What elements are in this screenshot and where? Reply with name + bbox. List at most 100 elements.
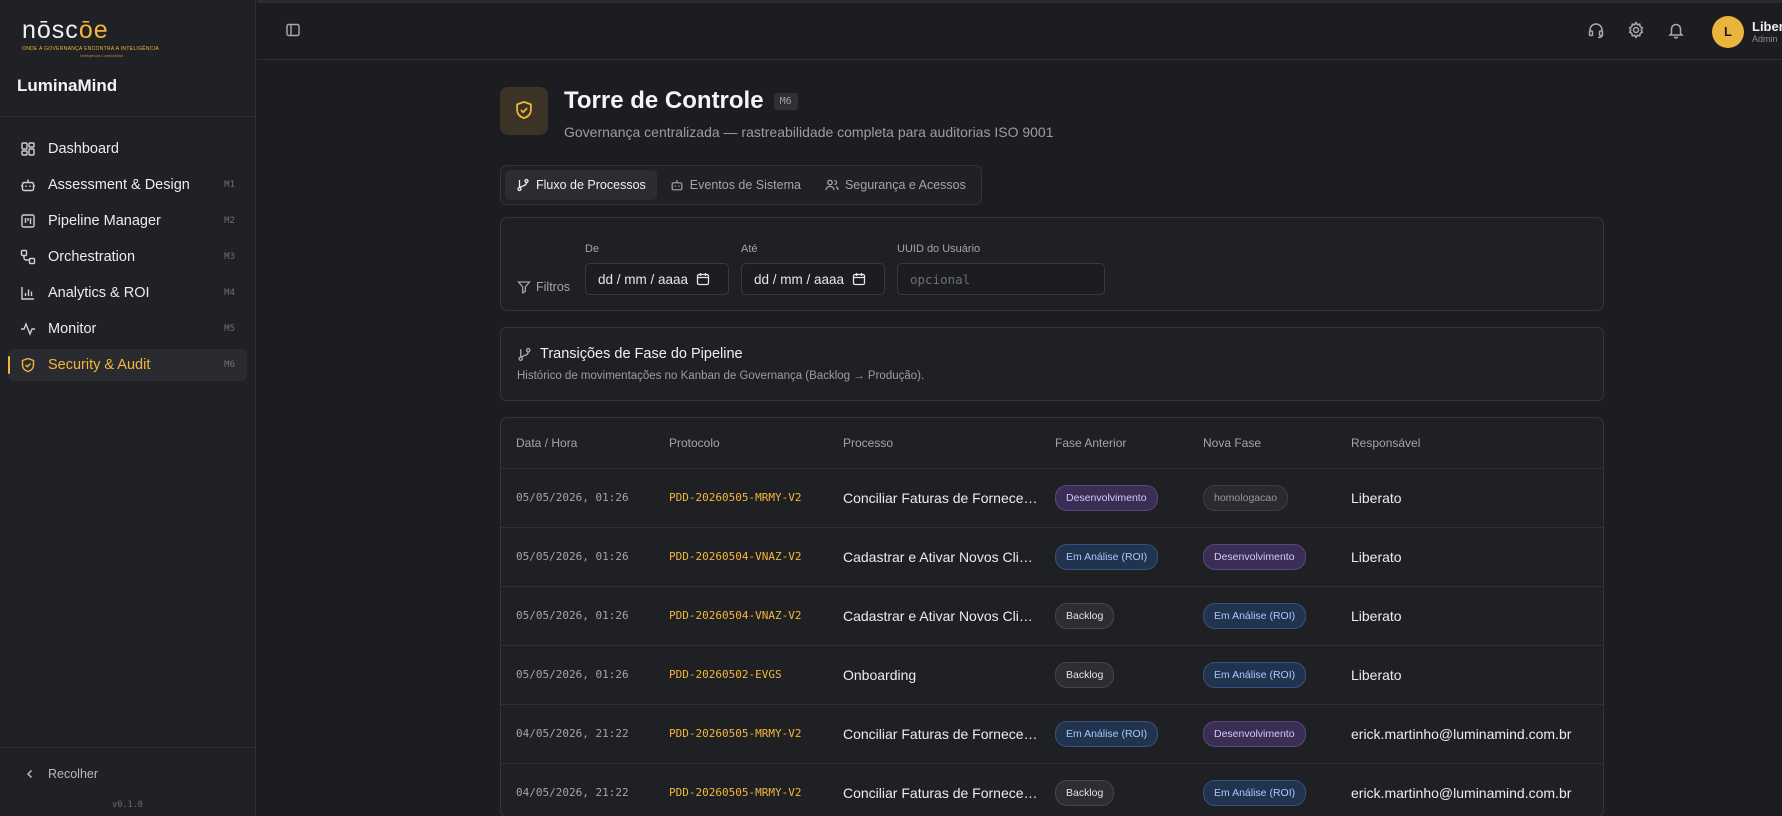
cell-process: Cadastrar e Ativar Novos Clientes [843,548,1040,565]
table-row[interactable]: 05/05/2026, 01:26 PDD-20260502-EVGS Onbo… [501,645,1603,704]
app-name: LuminaMind [17,76,118,95]
module-badge: M6 [773,92,798,110]
support-button[interactable] [1576,12,1616,52]
table-row[interactable]: 05/05/2026, 01:26 PDD-20260504-VNAZ-V2 C… [501,586,1603,645]
sidebar-item-pipeline[interactable]: Pipeline Manager M2 [8,205,247,237]
shield-check-icon [514,100,534,123]
sidebar-item-badge: M5 [224,324,235,334]
sidebar-item-security[interactable]: Security & Audit M6 [8,349,247,381]
date-to-input[interactable]: dd / mm / aaaa [741,263,885,295]
cell-date: 05/05/2026, 01:26 [516,609,629,622]
sidebar: nōscōe ONDE A GOVERNANÇA ENCONTRA A INTE… [0,0,256,816]
toggle-sidebar-button[interactable] [279,17,307,45]
gear-icon [1627,21,1645,42]
sidebar-item-label: Security & Audit [48,357,151,373]
sidebar-item-analytics[interactable]: Analytics & ROI M4 [8,277,247,309]
bot-icon [20,177,36,193]
phase-badge: Em Análise (ROI) [1203,779,1307,806]
cell-protocol: PDD-20260504-VNAZ-V2 [669,609,802,622]
sidebar-item-badge: M2 [224,216,235,226]
user-role: Admin [1752,34,1778,44]
main-content: Torre de Controle M6 Governança centrali… [500,60,1604,816]
transitions-table-card: Data / Hora Protocolo Processo Fase Ante… [500,417,1604,816]
settings-button[interactable] [1616,12,1656,52]
user-name: Liberato [1752,19,1782,34]
calendar-icon[interactable] [696,272,710,286]
cell-process: Conciliar Faturas de Fornecedores [843,725,1040,742]
table-row[interactable]: 04/05/2026, 21:22 PDD-20260505-MRMY-V2 C… [501,763,1603,816]
activity-icon [20,321,36,337]
table-row[interactable]: 04/05/2026, 21:22 PDD-20260505-MRMY-V2 C… [501,704,1603,763]
tab-security-access[interactable]: Segurança e Acessos [814,170,977,200]
sidebar-item-badge: M4 [224,288,235,298]
users-icon [825,178,839,192]
user-info[interactable]: Liberato Admin [1752,19,1782,44]
cell-date: 05/05/2026, 01:26 [516,491,629,504]
uuid-input[interactable] [897,263,1105,295]
cell-date: 05/05/2026, 01:26 [516,550,629,563]
sidebar-item-label: Analytics & ROI [48,285,150,301]
date-to-label: Até [741,243,758,255]
filters-panel: Filtros De dd / mm / aaaa Até dd / mm / … [500,217,1604,311]
bar-chart-icon [20,285,36,301]
tab-label: Eventos de Sistema [689,178,801,192]
sidebar-item-badge: M3 [224,252,235,262]
date-from-field: De dd / mm / aaaa [585,243,729,295]
section-description: Histórico de movimentações no Kanban de … [517,370,925,382]
panel-left-icon [285,22,301,41]
section-title: Transições de Fase do Pipeline [517,346,1587,362]
column-header: Protocolo [669,435,720,450]
cell-owner: Liberato [1351,666,1402,683]
cell-process: Conciliar Faturas de Fornecedores [843,489,1040,506]
cell-protocol: PDD-20260505-MRMY-V2 [669,491,802,504]
sidebar-item-dashboard[interactable]: Dashboard [8,133,247,165]
cell-owner: Liberato [1351,548,1402,565]
phase-badge: Em Análise (ROI) [1203,661,1307,688]
table-row[interactable]: 05/05/2026, 01:26 PDD-20260504-VNAZ-V2 C… [501,527,1603,586]
cell-owner: erick.martinho@luminamind.com.br [1351,725,1572,742]
sidebar-nav: Dashboard Assessment & Design M1 Pipelin… [0,133,255,385]
page-icon [500,87,548,135]
phase-badge: Backlog [1055,602,1115,629]
logo-tagline: ONDE A GOVERNANÇA ENCONTRA A INTELIGÊNCI… [22,46,160,52]
sidebar-item-monitor[interactable]: Monitor M5 [8,313,247,345]
sidebar-item-label: Monitor [48,321,97,337]
shield-check-icon [20,357,36,373]
tab-list: Fluxo de Processos Eventos de Sistema Se… [500,165,982,205]
phase-badge: Desenvolvimento [1203,720,1306,747]
logo-sub: Inteligência LuminaMind [80,53,124,58]
notifications-button[interactable] [1656,12,1696,52]
sidebar-item-badge: M1 [224,180,235,190]
table-header-row: Data / Hora Protocolo Processo Fase Ante… [501,418,1603,468]
collapse-label: Recolher [48,767,99,781]
git-branch-icon [516,178,530,192]
chevron-left-icon [24,768,36,780]
filter-icon [517,280,531,294]
sidebar-item-label: Pipeline Manager [48,213,161,229]
column-header: Nova Fase [1203,435,1262,450]
brand-logo: nōscōe ONDE A GOVERNANÇA ENCONTRA A INTE… [0,0,255,60]
tab-process-flow[interactable]: Fluxo de Processos [505,170,657,200]
collapse-sidebar-button[interactable]: Recolher [0,748,255,800]
sidebar-item-orchestration[interactable]: Orchestration M3 [8,241,247,273]
sidebar-item-label: Orchestration [48,249,136,265]
cell-owner: erick.martinho@luminamind.com.br [1351,784,1572,801]
cell-process: Onboarding [843,666,917,683]
cell-protocol: PDD-20260505-MRMY-V2 [669,786,802,800]
page-title: Torre de Controle [564,87,764,114]
calendar-icon[interactable] [852,272,866,286]
date-to-field: Até dd / mm / aaaa [741,243,885,295]
column-header: Responsável [1351,435,1421,450]
phase-badge: Backlog [1055,779,1115,806]
sidebar-item-assessment[interactable]: Assessment & Design M1 [8,169,247,201]
avatar[interactable]: L [1712,15,1744,48]
date-from-input[interactable]: dd / mm / aaaa [585,263,729,295]
table-row[interactable]: 05/05/2026, 01:26 PDD-20260505-MRMY-V2 C… [501,468,1603,527]
phase-badge: homologacao [1203,484,1289,511]
logo-word-a: nōsc [22,16,79,44]
cell-process: Conciliar Faturas de Fornecedores [843,784,1040,801]
uuid-label: UUID do Usuário [897,243,981,255]
tab-system-events[interactable]: Eventos de Sistema [659,170,812,200]
column-header: Fase Anterior [1055,435,1127,450]
pipeline-transitions-section: Transições de Fase do Pipeline Histórico… [500,327,1604,401]
